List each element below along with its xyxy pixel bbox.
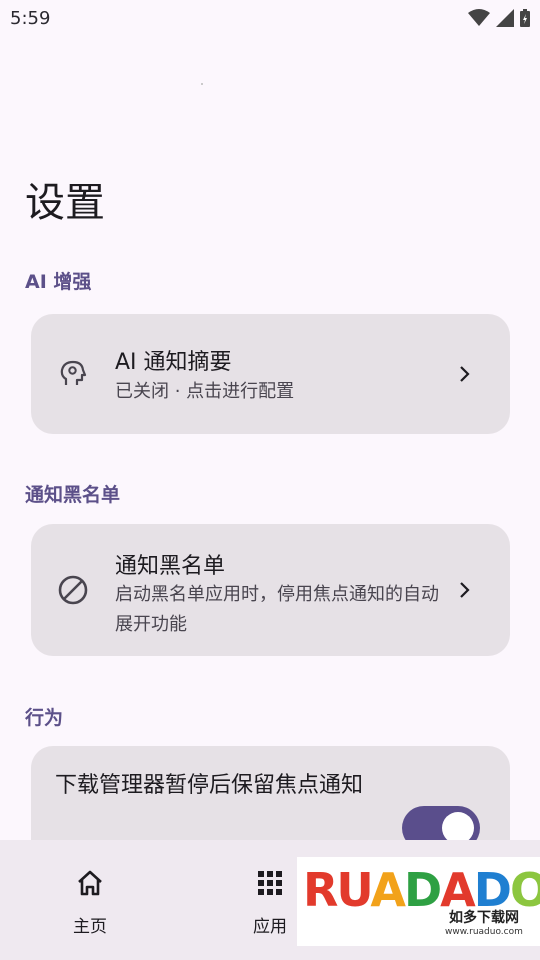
chevron-right-icon — [460, 582, 470, 598]
watermark-text: 如多下载网 — [449, 910, 519, 926]
chevron-right-icon — [460, 366, 470, 382]
watermark-logo: RUADADO 如多下载网 www.ruaduo.com — [297, 857, 540, 946]
status-bar: 5:59 — [0, 0, 540, 36]
signal-icon — [496, 9, 514, 27]
card-title: 下载管理器暂停后保留焦点通知 — [55, 773, 364, 798]
home-icon — [78, 870, 102, 896]
page-title: 设置 — [25, 180, 105, 226]
watermark-url: www.ruaduo.com — [445, 927, 523, 937]
status-icons — [468, 8, 530, 28]
battery-icon — [520, 9, 530, 27]
section-header-blacklist: 通知黑名单 — [25, 484, 121, 506]
block-icon — [57, 574, 89, 606]
card-notification-blacklist[interactable]: 通知黑名单 启动黑名单应用时，停用焦点通知的自动展开功能 — [31, 524, 510, 656]
status-time: 5:59 — [10, 8, 51, 29]
grid-icon — [258, 871, 282, 895]
wifi-icon — [468, 9, 490, 26]
decorative-dot — [201, 83, 203, 85]
card-ai-summary[interactable]: AI 通知摘要 已关闭 · 点击进行配置 — [31, 314, 510, 434]
section-header-ai: AI 增强 — [25, 271, 92, 293]
card-title: AI 通知摘要 — [115, 350, 232, 375]
section-header-behavior: 行为 — [25, 707, 64, 729]
ai-brain-icon — [57, 358, 89, 390]
card-subtitle: 启动黑名单应用时，停用焦点通知的自动展开功能 — [115, 584, 439, 635]
nav-item-home[interactable]: 主页 — [30, 860, 150, 937]
card-title: 通知黑名单 — [115, 554, 226, 579]
card-subtitle: 已关闭 · 点击进行配置 — [115, 381, 295, 402]
nav-label: 主页 — [73, 917, 107, 937]
